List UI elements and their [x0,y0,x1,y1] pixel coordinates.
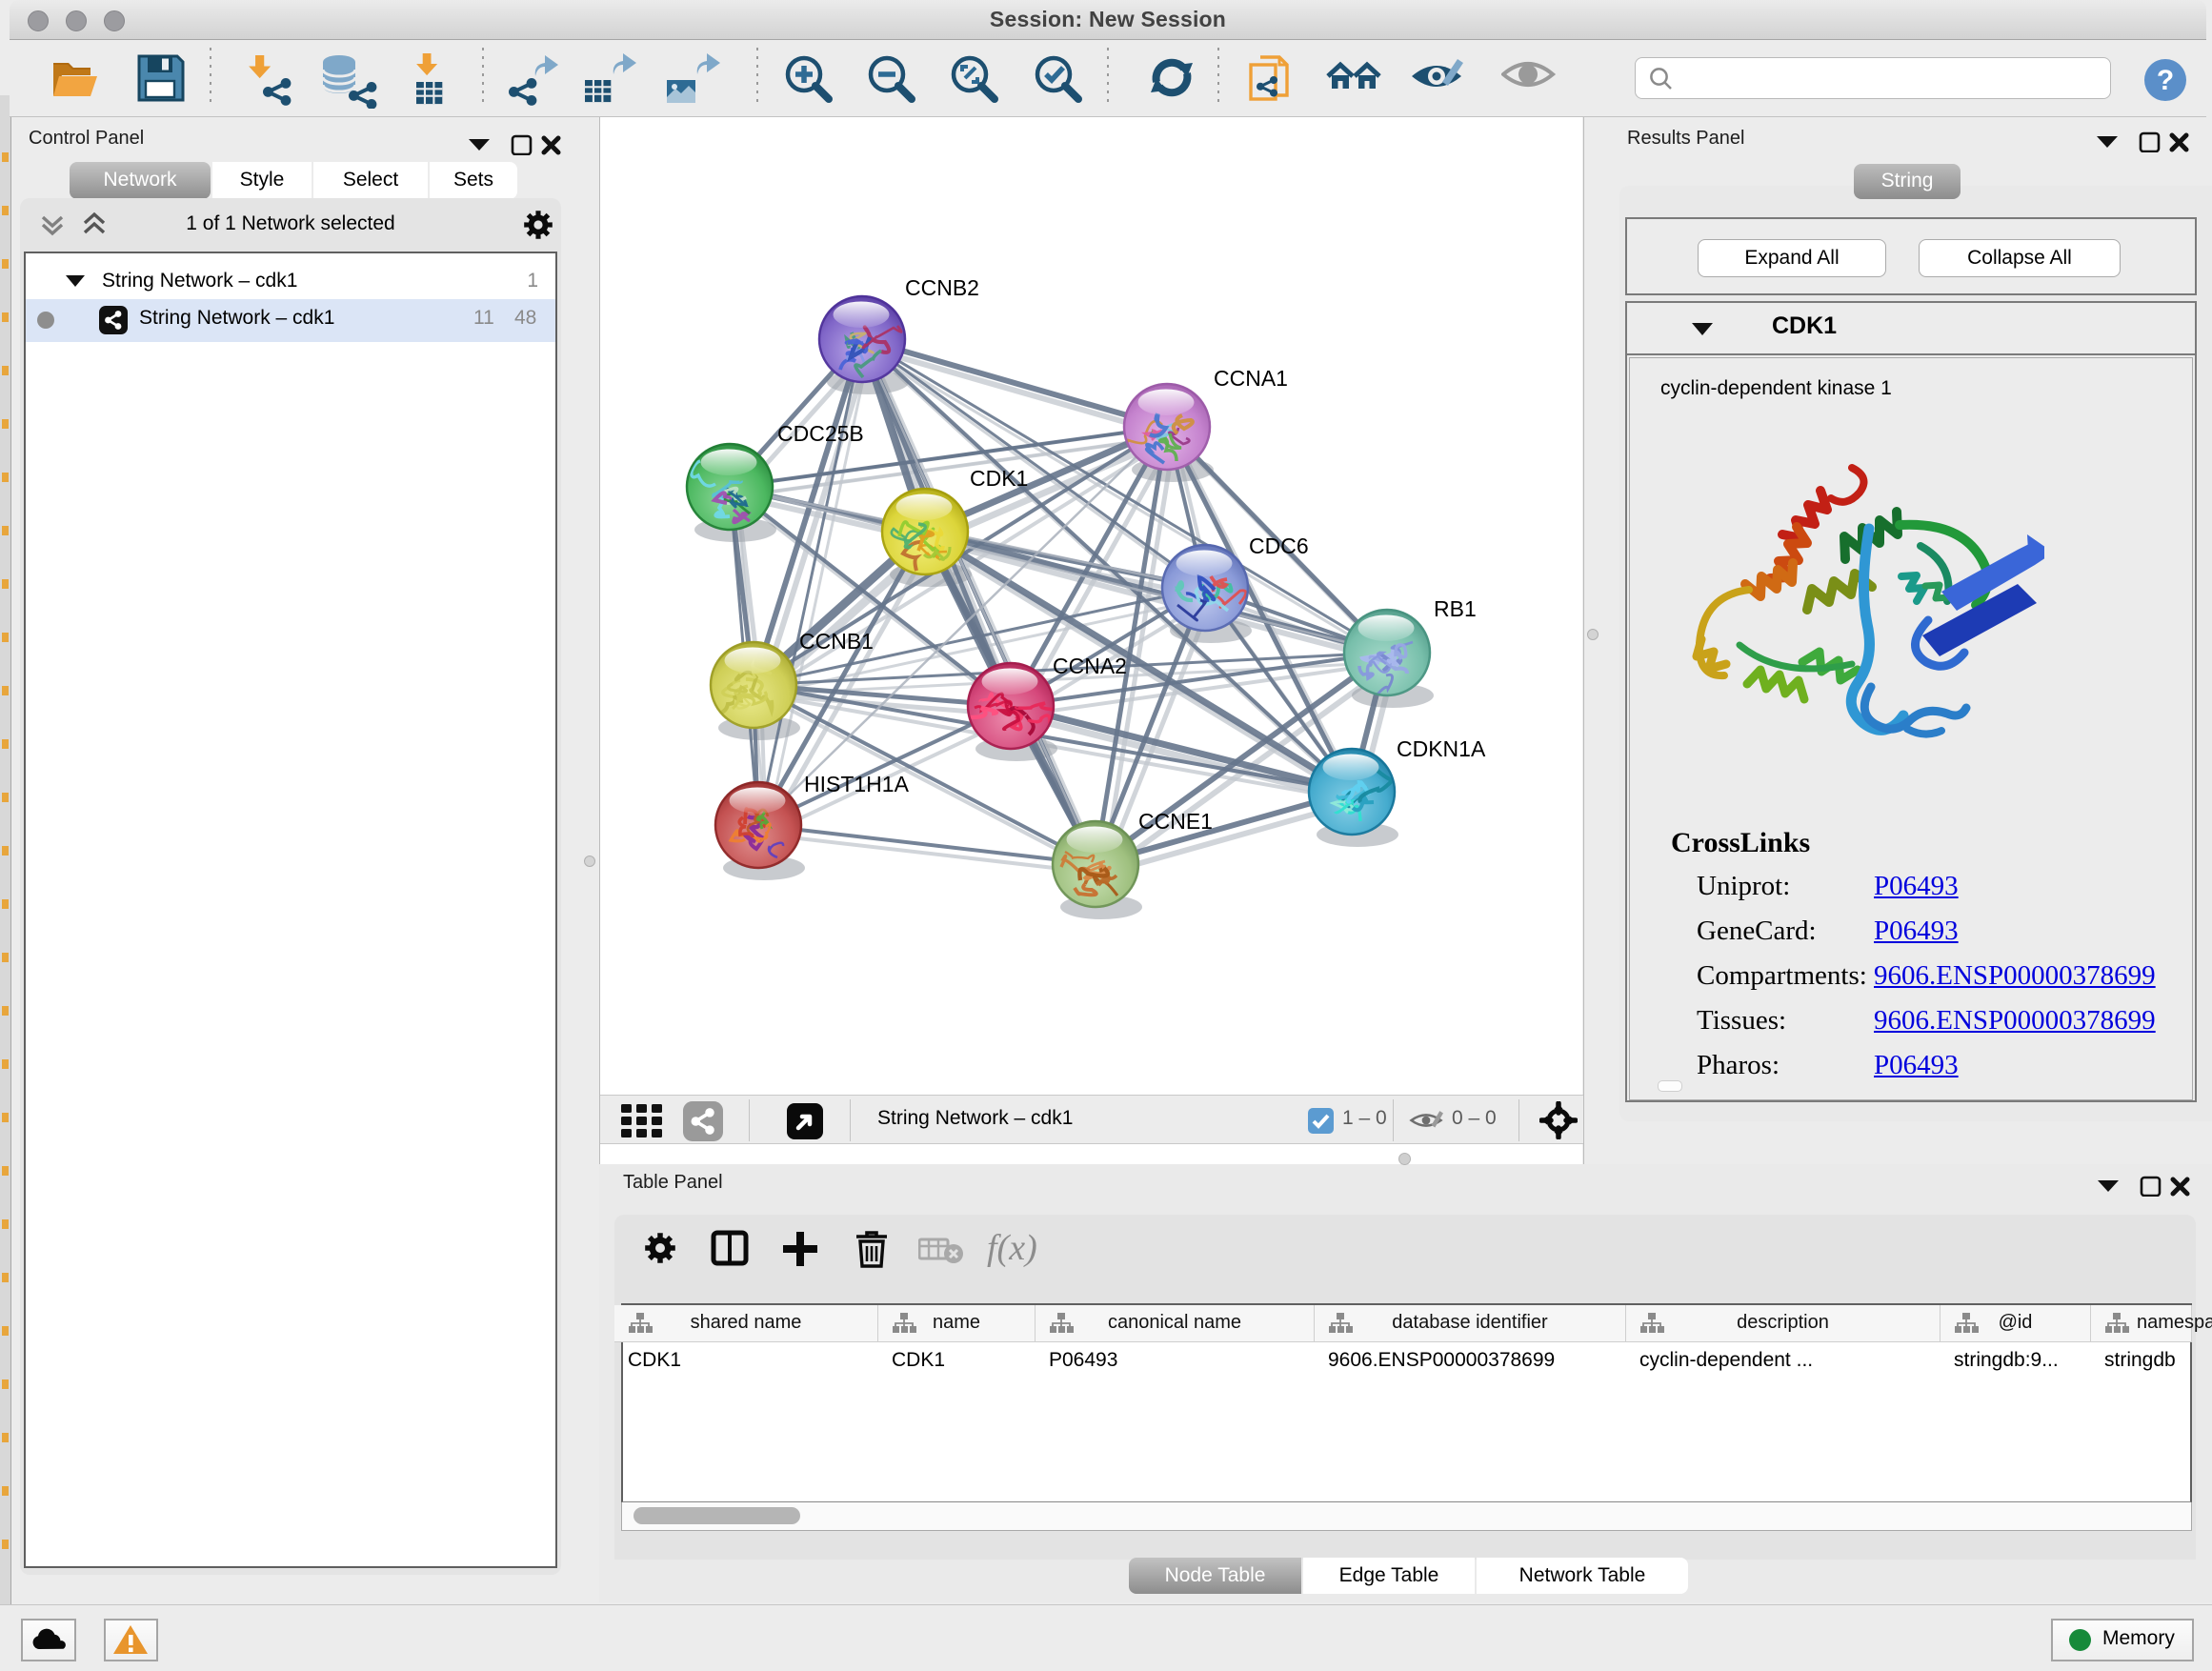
svg-text:CCNA1: CCNA1 [1214,366,1288,391]
svg-text:RB1: RB1 [1434,596,1477,621]
svg-text:CCNB1: CCNB1 [799,629,874,654]
svg-text:CCNA2: CCNA2 [1053,654,1127,678]
svg-text:CDC6: CDC6 [1249,534,1309,558]
svg-text:CCNE1: CCNE1 [1138,809,1213,834]
svg-text:CDK1: CDK1 [970,466,1028,491]
svg-text:HIST1H1A: HIST1H1A [804,772,910,796]
svg-text:CDKN1A: CDKN1A [1397,736,1486,761]
svg-text:CDC25B: CDC25B [777,421,864,446]
svg-text:?: ? [2157,65,2174,96]
svg-text:CCNB2: CCNB2 [905,275,979,300]
